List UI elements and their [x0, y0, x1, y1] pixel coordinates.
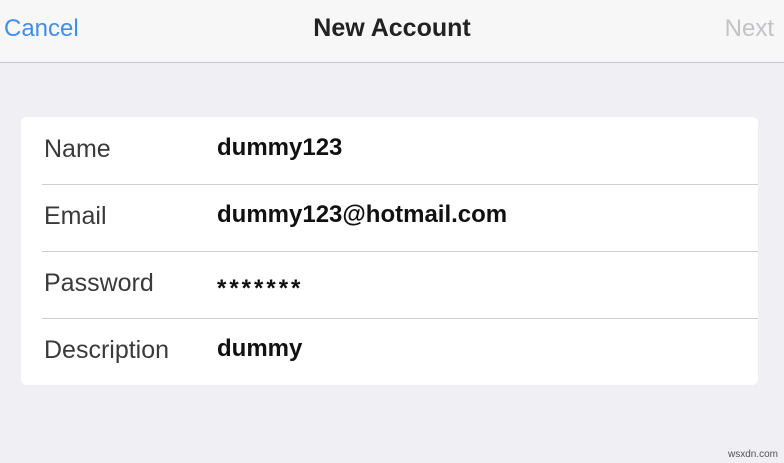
cancel-button[interactable]: Cancel: [4, 15, 79, 43]
password-field[interactable]: *******: [217, 275, 303, 303]
description-field[interactable]: dummy: [217, 335, 302, 363]
email-row[interactable]: Email dummy123@hotmail.com: [21, 184, 758, 251]
account-form: Name dummy123 Email dummy123@hotmail.com…: [21, 117, 758, 385]
site-watermark: wsxdn.com: [727, 449, 778, 460]
password-row[interactable]: Password *******: [21, 251, 758, 318]
name-row[interactable]: Name dummy123: [21, 117, 758, 184]
name-label: Name: [44, 135, 111, 163]
page-title: New Account: [313, 14, 471, 42]
email-label: Email: [44, 202, 107, 230]
email-field[interactable]: dummy123@hotmail.com: [217, 201, 507, 229]
name-field[interactable]: dummy123: [217, 134, 342, 162]
password-label: Password: [44, 269, 154, 297]
next-button[interactable]: Next: [725, 15, 774, 43]
description-row[interactable]: Description dummy: [21, 318, 758, 385]
description-label: Description: [44, 336, 170, 364]
navigation-bar: Cancel New Account Next: [0, 0, 784, 63]
